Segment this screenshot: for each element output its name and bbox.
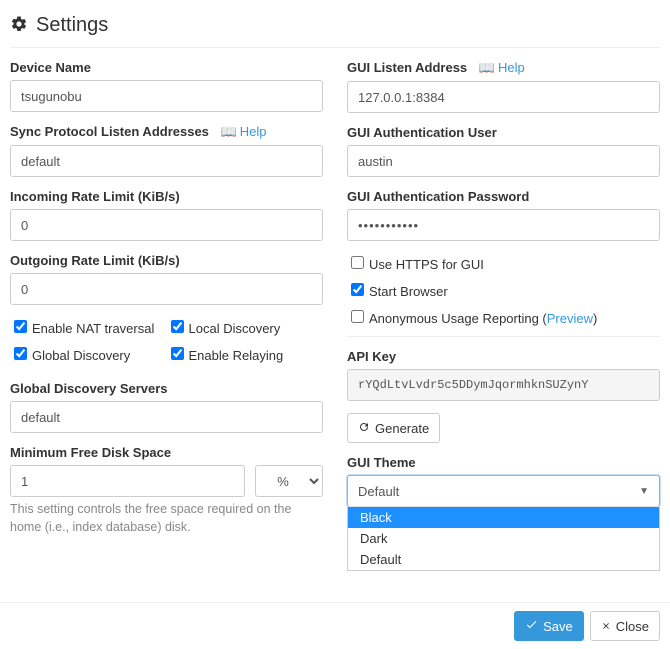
nat-label: Enable NAT traversal (32, 321, 154, 336)
global-discovery-label: Global Discovery (32, 348, 130, 363)
https-checkbox[interactable] (351, 256, 364, 269)
theme-option-dark[interactable]: Dark (348, 528, 659, 549)
local-discovery-checkbox[interactable] (171, 320, 184, 333)
sync-addresses-input[interactable] (10, 145, 323, 177)
generate-label: Generate (375, 421, 429, 436)
listen-addr-label: GUI Listen Address 📖Help (347, 60, 660, 76)
min-free-help: This setting controls the free space req… (10, 501, 323, 536)
close-icon (601, 619, 611, 634)
listen-addr-label-text: GUI Listen Address (347, 60, 467, 75)
global-discovery-checkbox[interactable] (14, 347, 27, 360)
auth-pass-input[interactable] (347, 209, 660, 241)
usage-reporting-checkbox[interactable] (351, 310, 364, 323)
footer: Save Close (0, 602, 670, 649)
help-link-sync[interactable]: 📖Help (221, 124, 267, 139)
preview-link[interactable]: Preview (547, 311, 593, 326)
device-name-input[interactable] (10, 80, 323, 112)
incoming-rate-input[interactable] (10, 209, 323, 241)
right-column: GUI Listen Address 📖Help GUI Authenticat… (347, 60, 660, 548)
api-key-value[interactable] (347, 369, 660, 401)
auth-user-input[interactable] (347, 145, 660, 177)
chevron-down-icon: ▼ (639, 486, 649, 497)
page-title: Settings (36, 14, 108, 37)
discovery-servers-input[interactable] (10, 401, 323, 433)
device-name-label: Device Name (10, 60, 323, 75)
theme-select[interactable]: Default ▼ (347, 475, 660, 507)
theme-dropdown: Black Dark Default (347, 506, 660, 571)
start-browser-label: Start Browser (369, 284, 448, 299)
help-link-text: Help (498, 60, 525, 75)
header: Settings (10, 10, 660, 47)
save-label: Save (543, 619, 573, 634)
outgoing-rate-label: Outgoing Rate Limit (KiB/s) (10, 253, 323, 268)
api-key-label: API Key (347, 349, 660, 364)
sync-addresses-label: Sync Protocol Listen Addresses 📖Help (10, 124, 323, 140)
left-column: Device Name Sync Protocol Listen Address… (10, 60, 323, 548)
auth-pass-label: GUI Authentication Password (347, 189, 660, 204)
book-icon: 📖 (221, 124, 237, 140)
book-icon: 📖 (479, 60, 495, 76)
usage-reporting-label: Anonymous Usage Reporting ( (369, 311, 547, 326)
incoming-rate-label: Incoming Rate Limit (KiB/s) (10, 189, 323, 204)
close-label: Close (616, 619, 649, 634)
auth-user-label: GUI Authentication User (347, 125, 660, 140)
listen-addr-input[interactable] (347, 81, 660, 113)
close-button[interactable]: Close (590, 611, 660, 641)
help-link-text: Help (240, 124, 267, 139)
generate-button[interactable]: Generate (347, 413, 440, 443)
theme-selected: Default (358, 484, 399, 499)
close-paren: ) (593, 311, 597, 326)
theme-option-default[interactable]: Default (348, 549, 659, 570)
nat-checkbox[interactable] (14, 320, 27, 333)
relaying-checkbox[interactable] (171, 347, 184, 360)
sync-addresses-label-text: Sync Protocol Listen Addresses (10, 124, 209, 139)
discovery-servers-label: Global Discovery Servers (10, 381, 323, 396)
check-icon (525, 618, 538, 634)
min-free-unit-select[interactable]: % (255, 465, 323, 497)
min-free-label: Minimum Free Disk Space (10, 445, 323, 460)
refresh-icon (358, 421, 370, 436)
local-discovery-label: Local Discovery (189, 321, 281, 336)
relaying-label: Enable Relaying (189, 348, 284, 363)
min-free-input[interactable] (10, 465, 245, 497)
https-label: Use HTTPS for GUI (369, 257, 484, 272)
outgoing-rate-input[interactable] (10, 273, 323, 305)
divider (10, 47, 660, 48)
help-link-listen[interactable]: 📖Help (479, 60, 525, 75)
theme-label: GUI Theme (347, 455, 660, 470)
divider (347, 336, 660, 337)
gear-icon (10, 15, 28, 36)
start-browser-checkbox[interactable] (351, 283, 364, 296)
theme-option-black[interactable]: Black (348, 507, 659, 528)
save-button[interactable]: Save (514, 611, 584, 641)
